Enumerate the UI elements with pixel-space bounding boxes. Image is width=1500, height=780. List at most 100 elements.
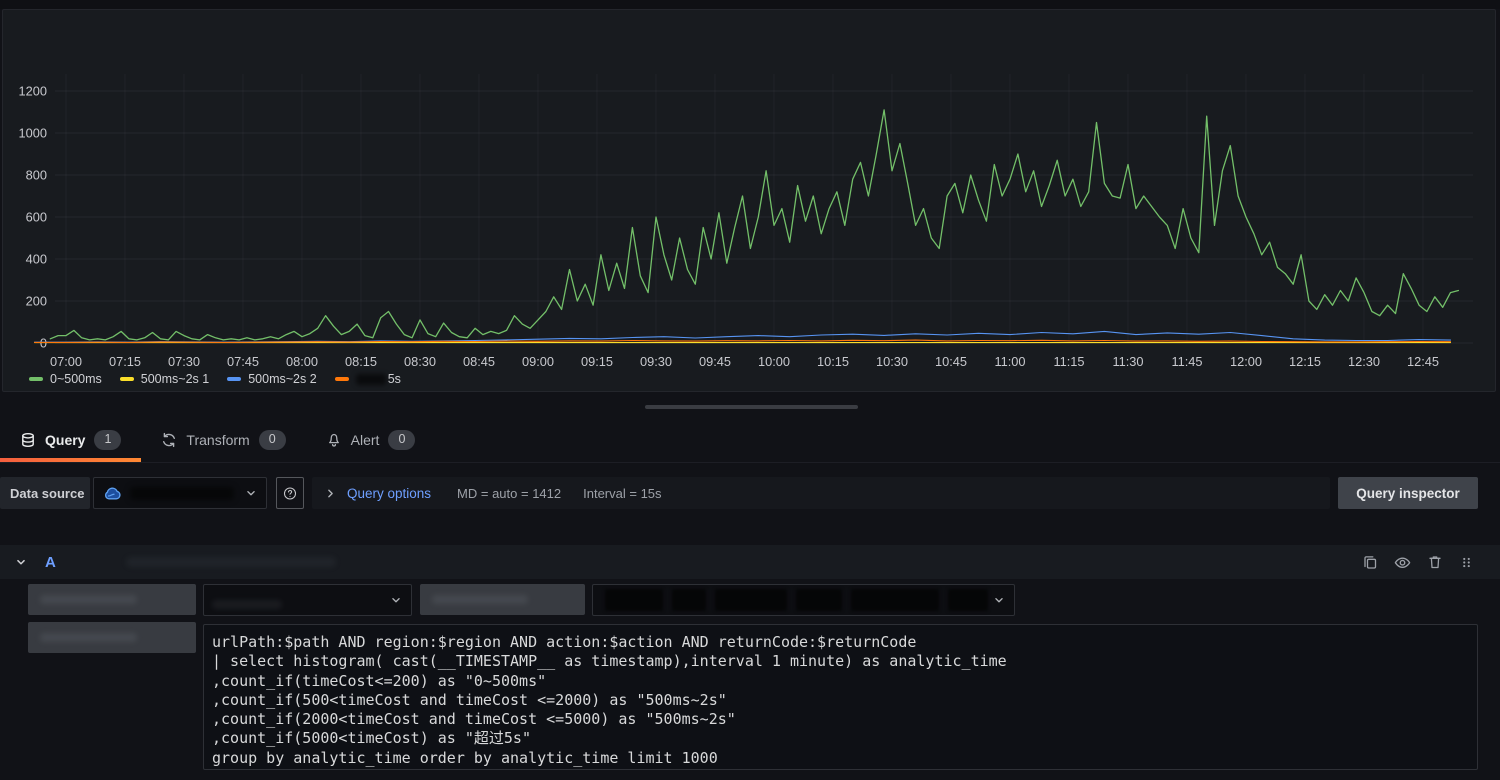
legend-label: 500ms~2s 2 <box>248 371 316 387</box>
top-strip <box>0 0 1500 9</box>
y-axis-label: 200 <box>26 294 47 309</box>
legend-label: 5s <box>388 371 401 387</box>
legend-swatch <box>335 377 349 381</box>
datasource-label: Data source <box>0 477 90 509</box>
x-axis-label: 09:30 <box>640 354 672 369</box>
x-axis-label: 08:45 <box>463 354 495 369</box>
cloud-icon <box>102 483 122 503</box>
x-axis-label: 08:00 <box>286 354 318 369</box>
query-toolbar: Data source Query options MD = auto = 14… <box>0 477 1500 509</box>
field-label-redacted-3 <box>28 622 196 653</box>
redacted-row-title <box>126 557 336 567</box>
x-axis-label: 08:30 <box>404 354 436 369</box>
legend-item[interactable]: 5s <box>335 371 401 387</box>
tab-label: Alert <box>351 432 380 448</box>
y-axis-label: 600 <box>26 210 47 225</box>
chevron-down-icon <box>389 593 403 607</box>
legend-item[interactable]: 0~500ms <box>29 371 102 387</box>
x-axis-label: 12:15 <box>1289 354 1321 369</box>
collapse-chevron-icon <box>14 555 28 569</box>
x-axis-label: 08:15 <box>345 354 377 369</box>
tab-query[interactable]: Query 1 <box>0 418 141 462</box>
query-options-toggle[interactable]: Query options MD = auto = 1412 Interval … <box>312 477 1330 509</box>
md-value: MD = auto = 1412 <box>457 486 561 501</box>
x-axis-label: 07:15 <box>109 354 141 369</box>
question-circle-icon <box>283 485 297 502</box>
legend-label: 500ms~2s 1 <box>141 371 209 387</box>
tab-label: Transform <box>186 432 249 448</box>
legend-label: 0~500ms <box>50 371 102 387</box>
tab-alert[interactable]: Alert 0 <box>306 418 436 462</box>
x-axis-label: 12:30 <box>1348 354 1380 369</box>
x-axis-label: 10:15 <box>817 354 849 369</box>
query-options-label: Query options <box>347 486 431 501</box>
query-inspector-button[interactable]: Query inspector <box>1338 477 1478 509</box>
panel-resize-handle[interactable] <box>645 405 858 409</box>
field-select-1[interactable] <box>203 584 412 616</box>
x-axis-label: 11:00 <box>994 354 1025 369</box>
y-axis-label: 1000 <box>19 126 47 141</box>
x-axis-label: 11:30 <box>1112 354 1143 369</box>
interval-value: Interval = 15s <box>583 486 661 501</box>
redacted-datasource-name <box>130 487 234 500</box>
query-editor[interactable]: urlPath:$path AND region:$region AND act… <box>203 624 1478 770</box>
eye-icon[interactable] <box>1394 554 1411 571</box>
field-label-redacted-2 <box>420 584 585 615</box>
y-axis-label: 400 <box>26 252 47 267</box>
code-line: ,count_if(5000<timeCost) as "超过5s" <box>212 729 1469 748</box>
x-axis-label: 09:00 <box>522 354 554 369</box>
x-axis-label: 10:30 <box>876 354 908 369</box>
legend-item[interactable]: 500ms~2s 1 <box>120 371 209 387</box>
drag-handle-icon[interactable] <box>1459 555 1474 570</box>
x-axis-label: 12:45 <box>1407 354 1439 369</box>
timeseries-panel: 02004006008001000120007:0007:1507:3007:4… <box>2 9 1496 392</box>
x-axis-label: 09:15 <box>581 354 613 369</box>
tab-count-badge: 0 <box>388 430 415 450</box>
x-axis-label: 11:45 <box>1171 354 1202 369</box>
x-axis-label: 07:30 <box>168 354 200 369</box>
code-line: ,count_if(timeCost<=200) as "0~500ms" <box>212 672 1469 691</box>
bell-icon <box>326 432 342 448</box>
redacted-legend-text <box>356 374 386 385</box>
field-select-2[interactable] <box>592 584 1015 616</box>
chart-legend: 0~500ms 500ms~2s 1 500ms~2s 2 5s <box>29 371 419 387</box>
tab-count-badge: 1 <box>94 430 121 450</box>
legend-swatch <box>29 377 43 381</box>
code-line: ,count_if(2000<timeCost and timeCost <=5… <box>212 710 1469 729</box>
transform-icon <box>161 432 177 448</box>
tab-count-badge: 0 <box>259 430 286 450</box>
chevron-right-icon <box>324 487 337 500</box>
duplicate-icon[interactable] <box>1362 554 1378 570</box>
tab-label: Query <box>45 432 85 448</box>
x-axis-label: 10:00 <box>758 354 790 369</box>
editor-tabbar: Query 1 Transform 0 Alert 0 <box>0 418 1500 463</box>
series-line-1 <box>50 110 1458 340</box>
chevron-down-icon <box>992 593 1006 607</box>
chevron-down-icon <box>244 486 258 500</box>
timeseries-chart[interactable]: 02004006008001000120007:0007:1507:3007:4… <box>3 10 1495 391</box>
query-row-letter: A <box>45 554 56 571</box>
x-axis-label: 07:00 <box>50 354 82 369</box>
field-label-redacted-1 <box>28 584 196 615</box>
datasource-help-button[interactable] <box>276 477 304 509</box>
x-axis-label: 10:45 <box>935 354 967 369</box>
tab-transform[interactable]: Transform 0 <box>141 418 305 462</box>
code-line: urlPath:$path AND region:$region AND act… <box>212 633 1469 652</box>
code-line: group by analytic_time order by analytic… <box>212 749 1469 768</box>
code-line: | select histogram( cast(__TIMESTAMP__ a… <box>212 652 1469 671</box>
y-axis-label: 1200 <box>19 84 47 99</box>
y-axis-label: 800 <box>26 168 47 183</box>
datasource-select[interactable] <box>93 477 267 509</box>
code-line: ,count_if(500<timeCost and timeCost <=20… <box>212 691 1469 710</box>
trash-icon[interactable] <box>1427 554 1443 570</box>
x-axis-label: 07:45 <box>227 354 259 369</box>
query-row-header[interactable]: A <box>0 545 1500 579</box>
x-axis-label: 09:45 <box>699 354 731 369</box>
x-axis-label: 11:15 <box>1053 354 1084 369</box>
legend-swatch <box>227 377 241 381</box>
legend-swatch <box>120 377 134 381</box>
redacted-option <box>212 600 282 609</box>
redacted-option <box>605 589 988 611</box>
legend-item[interactable]: 500ms~2s 2 <box>227 371 316 387</box>
x-axis-label: 12:00 <box>1230 354 1262 369</box>
